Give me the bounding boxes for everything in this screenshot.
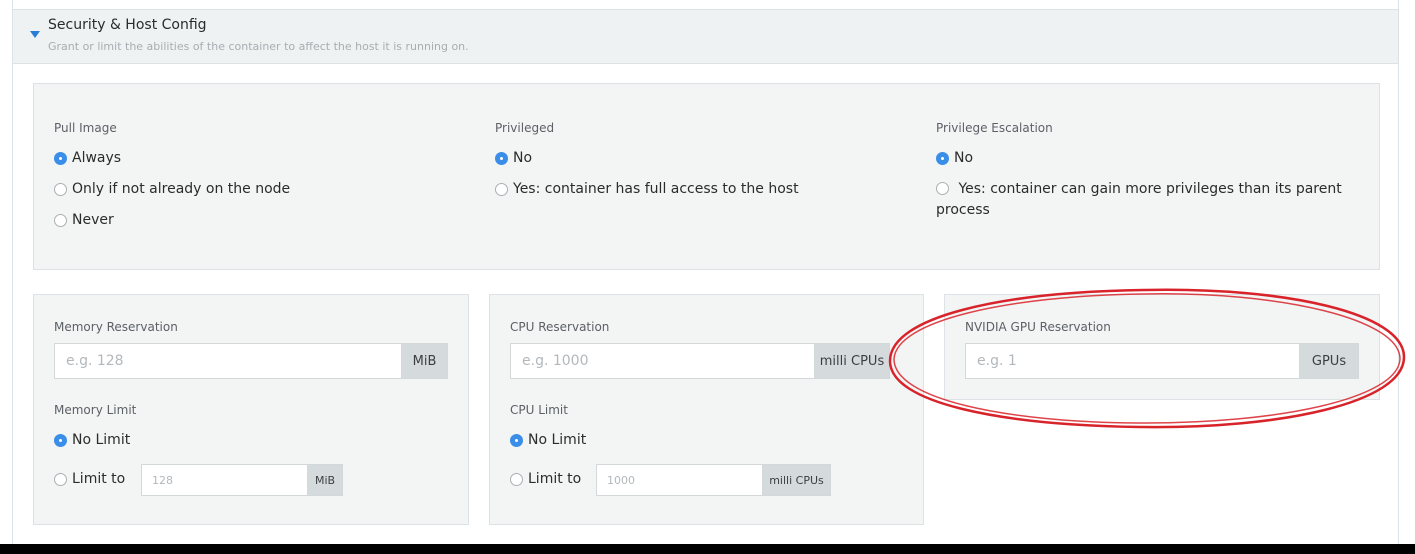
- radio-button[interactable]: [54, 473, 67, 486]
- gpu-reservation-group: GPUs: [965, 343, 1359, 379]
- cpu-limit-label: CPU Limit: [510, 403, 568, 417]
- memory-reservation-input[interactable]: [54, 343, 401, 379]
- gpu-reservation-label: NVIDIA GPU Reservation: [965, 320, 1111, 334]
- option-label: Limit to: [528, 471, 582, 487]
- pull-image-always-option[interactable]: Always: [54, 148, 121, 169]
- radio-button[interactable]: [54, 152, 67, 165]
- pull-image-never-option[interactable]: Never: [54, 210, 114, 231]
- cpu-reservation-unit: milli CPUs: [814, 343, 890, 379]
- privileged-label: Privileged: [495, 121, 555, 135]
- radio-button[interactable]: [936, 152, 949, 165]
- gpu-panel: NVIDIA GPU Reservation GPUs: [944, 294, 1380, 400]
- cpu-reservation-label: CPU Reservation: [510, 320, 610, 334]
- option-label: Yes: container can gain more privileges …: [936, 181, 1342, 218]
- cpu-limit-group: milli CPUs: [596, 464, 831, 496]
- option-label: No Limit: [72, 432, 131, 448]
- option-label: Limit to: [72, 471, 126, 487]
- cpu-panel: CPU Reservation milli CPUs CPU Limit No …: [489, 294, 924, 525]
- option-label: Yes: container has full access to the ho…: [513, 181, 799, 197]
- radio-button[interactable]: [510, 473, 523, 486]
- option-label: Only if not already on the node: [72, 181, 291, 197]
- cpu-reservation-group: milli CPUs: [510, 343, 890, 379]
- option-label: No Limit: [528, 432, 587, 448]
- cpu-limit-to-option[interactable]: Limit to: [510, 469, 581, 490]
- privilege-escalation-yes-option[interactable]: Yes: container can gain more privileges …: [936, 179, 1366, 221]
- cpu-no-limit-option[interactable]: No Limit: [510, 430, 586, 451]
- memory-limit-input[interactable]: [141, 464, 307, 496]
- memory-limit-group: MiB: [141, 464, 343, 496]
- radio-button[interactable]: [936, 182, 949, 195]
- memory-reservation-label: Memory Reservation: [54, 320, 178, 334]
- privileged-yes-option[interactable]: Yes: container has full access to the ho…: [495, 179, 799, 200]
- memory-limit-label: Memory Limit: [54, 403, 137, 417]
- memory-reservation-group: MiB: [54, 343, 448, 379]
- radio-button[interactable]: [495, 183, 508, 196]
- page: Security & Host Config Grant or limit th…: [0, 0, 1415, 544]
- privilege-escalation-no-option[interactable]: No: [936, 148, 973, 169]
- option-label: Never: [72, 212, 114, 228]
- caret-down-icon[interactable]: [30, 31, 40, 38]
- memory-no-limit-option[interactable]: No Limit: [54, 430, 130, 451]
- radio-button[interactable]: [510, 434, 523, 447]
- memory-panel: Memory Reservation MiB Memory Limit No L…: [33, 294, 469, 525]
- option-label: Always: [72, 150, 122, 166]
- option-label: No: [954, 150, 974, 166]
- memory-reservation-unit: MiB: [401, 343, 448, 379]
- section-description: Grant or limit the abilities of the cont…: [48, 40, 469, 53]
- pull-image-if-not-present-option[interactable]: Only if not already on the node: [54, 179, 290, 200]
- gpu-reservation-input[interactable]: [965, 343, 1299, 379]
- radio-button[interactable]: [54, 183, 67, 196]
- memory-limit-to-option[interactable]: Limit to: [54, 469, 125, 490]
- memory-limit-unit: MiB: [307, 464, 343, 496]
- cpu-reservation-input[interactable]: [510, 343, 814, 379]
- privilege-escalation-label: Privilege Escalation: [936, 121, 1053, 135]
- security-panel: Pull Image Always Only if not already on…: [33, 83, 1380, 270]
- pull-image-label: Pull Image: [54, 121, 117, 135]
- cpu-limit-input[interactable]: [596, 464, 762, 496]
- radio-button[interactable]: [54, 434, 67, 447]
- privileged-no-option[interactable]: No: [495, 148, 532, 169]
- section-header[interactable]: Security & Host Config Grant or limit th…: [12, 9, 1399, 64]
- radio-button[interactable]: [495, 152, 508, 165]
- option-label: No: [513, 150, 533, 166]
- section-title: Security & Host Config: [48, 17, 207, 33]
- cpu-limit-unit: milli CPUs: [762, 464, 831, 496]
- radio-button[interactable]: [54, 214, 67, 227]
- gpu-reservation-unit: GPUs: [1299, 343, 1359, 379]
